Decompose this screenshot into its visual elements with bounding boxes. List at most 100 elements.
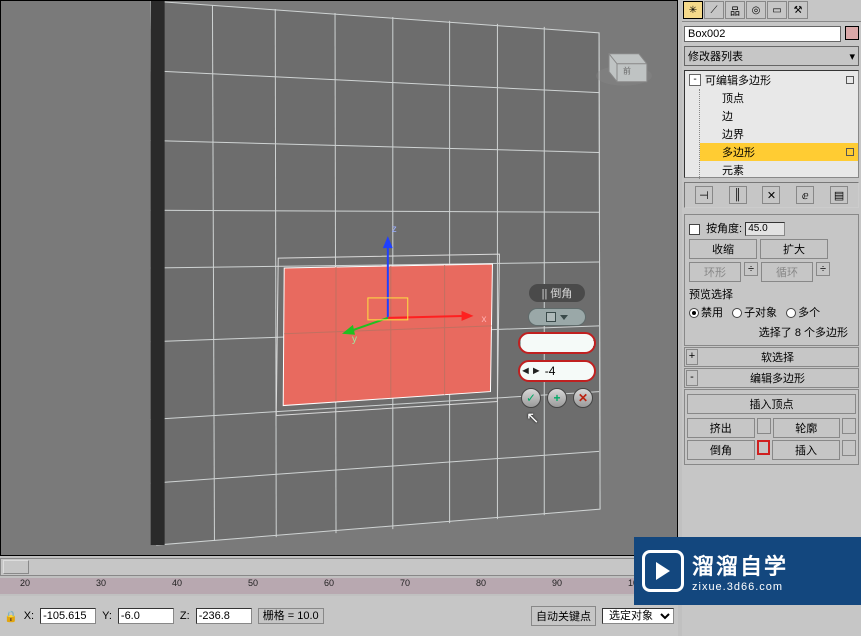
shrink-button[interactable]: 收缩 bbox=[689, 239, 757, 259]
x-label: X: bbox=[24, 610, 34, 622]
y-label: Y: bbox=[102, 610, 112, 622]
object-name-input[interactable]: Box002 bbox=[684, 26, 841, 42]
z-coord-input[interactable] bbox=[196, 608, 252, 624]
stack-root-row[interactable]: - 可编辑多边形 bbox=[685, 71, 858, 89]
tab-display[interactable]: ▭ bbox=[767, 1, 787, 19]
stack-pin-icon[interactable] bbox=[846, 76, 854, 84]
outline-settings-button[interactable] bbox=[842, 418, 856, 434]
status-bar: 🔒 X: Y: Z: 栅格 = 10.0 自动关键点 选定对象 bbox=[0, 596, 678, 636]
outline-spinner[interactable]: ◄ ► bbox=[518, 360, 596, 382]
stack-result-icon: ║ bbox=[734, 189, 742, 201]
ruler-tick: 90 bbox=[552, 578, 562, 588]
viewport-svg: z x y 前 bbox=[1, 1, 677, 555]
ruler-tick: 50 bbox=[248, 578, 258, 588]
soft-selection-rollout[interactable]: + 软选择 bbox=[684, 347, 859, 367]
ring-spin[interactable]: ÷ bbox=[744, 262, 758, 276]
apply-button[interactable]: + bbox=[547, 388, 567, 408]
grow-button[interactable]: 扩大 bbox=[760, 239, 828, 259]
modifier-stack[interactable]: - 可编辑多边形 顶点 边 边界 多边形 元素 bbox=[684, 70, 859, 178]
radio-disable[interactable] bbox=[689, 308, 699, 318]
ring-button[interactable]: 环形 bbox=[689, 262, 741, 282]
height-spinner[interactable] bbox=[518, 332, 596, 354]
display-icon: ▭ bbox=[772, 5, 781, 16]
y-coord-input[interactable] bbox=[118, 608, 174, 624]
ruler-tick: 40 bbox=[172, 578, 182, 588]
stack-sub-element[interactable]: 元素 bbox=[700, 161, 858, 179]
by-angle-label: 按角度: bbox=[706, 223, 742, 235]
pin-stack-button[interactable]: ⊣ bbox=[695, 186, 713, 204]
ruler-tick: 70 bbox=[400, 578, 410, 588]
stack-sub-border[interactable]: 边界 bbox=[700, 125, 858, 143]
inset-button[interactable]: 插入 bbox=[772, 440, 840, 460]
watermark-banner: 溜溜自学 zixue.3d66.com bbox=[634, 537, 861, 605]
svg-text:y: y bbox=[352, 334, 357, 345]
time-slider[interactable] bbox=[0, 558, 678, 576]
key-filter-combo[interactable]: 选定对象 bbox=[602, 608, 674, 624]
tab-create[interactable]: ✳ bbox=[683, 1, 703, 19]
tab-utilities[interactable]: ⚒ bbox=[788, 1, 808, 19]
play-icon bbox=[642, 550, 684, 592]
svg-text:前: 前 bbox=[623, 66, 631, 76]
object-color-swatch[interactable] bbox=[845, 26, 859, 40]
grid-label: 栅格 = 10.0 bbox=[258, 608, 324, 624]
panel-tabs: ✳ ⟋ 品 ◎ ▭ ⚒ bbox=[682, 0, 861, 22]
radio-subobject[interactable] bbox=[732, 308, 742, 318]
extrude-button[interactable]: 挤出 bbox=[687, 418, 755, 438]
x-coord-input[interactable] bbox=[40, 608, 96, 624]
bevel-caddy: || 倒角 ◄ ► ✓ + ✕ bbox=[518, 284, 596, 408]
wheel-icon: ◎ bbox=[752, 5, 761, 16]
loop-button[interactable]: 循环 bbox=[761, 262, 813, 282]
caddy-type-group[interactable] bbox=[528, 308, 586, 326]
stack-root-label: 可编辑多边形 bbox=[705, 72, 771, 88]
edit-poly-rollout-header[interactable]: - 编辑多边形 bbox=[684, 368, 859, 388]
outline-input[interactable] bbox=[542, 362, 596, 380]
cancel-button[interactable]: ✕ bbox=[573, 388, 593, 408]
trash-icon: ⅇ bbox=[802, 189, 809, 202]
lock-icon[interactable]: 🔒 bbox=[4, 610, 18, 623]
stack-tools: ⊣ ║ ✕ ⅇ ▤ bbox=[684, 182, 859, 208]
show-end-button[interactable]: ║ bbox=[729, 186, 747, 204]
make-unique-button[interactable]: ✕ bbox=[762, 186, 780, 204]
banner-title: 溜溜自学 bbox=[692, 549, 788, 581]
arrow-right-icon[interactable]: ► bbox=[531, 362, 542, 380]
wrench-icon: ⚒ bbox=[794, 5, 803, 16]
ruler-tick: 60 bbox=[324, 578, 334, 588]
config-icon: ▤ bbox=[834, 189, 844, 202]
tab-modify[interactable]: ⟋ bbox=[704, 1, 724, 19]
selection-rollout: 按角度: 45.0 收缩 扩大 环形 ÷ 循环 ÷ 预览选择 禁用 子对象 多个… bbox=[684, 214, 859, 346]
extrude-settings-button[interactable] bbox=[757, 418, 771, 434]
tab-hierarchy[interactable]: 品 bbox=[725, 1, 745, 19]
ruler-tick: 80 bbox=[476, 578, 486, 588]
arrow-left-icon[interactable]: ◄ bbox=[520, 362, 531, 380]
selection-count-text: 选择了 8 个多边形 bbox=[689, 322, 854, 342]
stack-sub-polygon[interactable]: 多边形 bbox=[700, 143, 858, 161]
bevel-button[interactable]: 倒角 bbox=[687, 440, 755, 460]
inset-settings-button[interactable] bbox=[842, 440, 856, 456]
radio-multi[interactable] bbox=[786, 308, 796, 318]
by-angle-checkbox[interactable] bbox=[689, 224, 700, 235]
loop-spin[interactable]: ÷ bbox=[816, 262, 830, 276]
stack-sub-edge[interactable]: 边 bbox=[700, 107, 858, 125]
tab-motion[interactable]: ◎ bbox=[746, 1, 766, 19]
stack-pin-icon[interactable] bbox=[846, 148, 854, 156]
confirm-button[interactable]: ✓ bbox=[521, 388, 541, 408]
modifier-list-combo[interactable]: 修改器列表 ▾ bbox=[684, 46, 859, 66]
preview-sel-label: 预览选择 bbox=[689, 286, 854, 302]
unique-icon: ✕ bbox=[767, 189, 776, 202]
by-angle-field[interactable]: 45.0 bbox=[745, 222, 785, 236]
collapse-icon[interactable]: - bbox=[689, 74, 701, 86]
insert-vertex-button[interactable]: 插入顶点 bbox=[687, 394, 856, 414]
bevel-settings-button[interactable] bbox=[757, 440, 770, 455]
remove-mod-button[interactable]: ⅇ bbox=[796, 186, 814, 204]
stack-sub-vertex[interactable]: 顶点 bbox=[700, 89, 858, 107]
configure-button[interactable]: ▤ bbox=[830, 186, 848, 204]
outline-button[interactable]: 轮廓 bbox=[773, 418, 841, 438]
time-ruler[interactable]: 2030405060708090100 bbox=[0, 578, 678, 594]
grid-icon bbox=[546, 312, 556, 322]
autokey-button[interactable]: 自动关键点 bbox=[531, 606, 596, 626]
height-input[interactable] bbox=[521, 334, 596, 352]
viewport[interactable]: z x y 前 bbox=[0, 0, 678, 556]
caddy-title: || 倒角 bbox=[529, 284, 585, 302]
time-slider-thumb[interactable] bbox=[3, 560, 29, 574]
minus-icon: - bbox=[686, 370, 698, 386]
